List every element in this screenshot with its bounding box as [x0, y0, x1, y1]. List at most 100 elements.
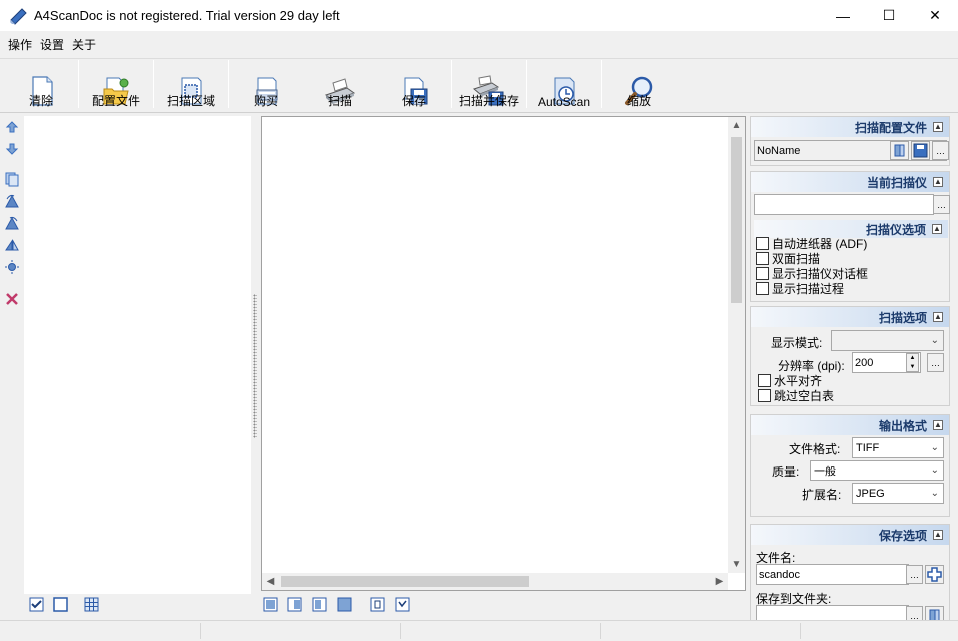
folder-browse-button[interactable]: …	[906, 606, 923, 620]
scan-area-button[interactable]: 扫描区域	[154, 60, 228, 112]
scroll-right-arrow-icon[interactable]: ▶	[711, 573, 728, 590]
profile-more-button[interactable]: …	[932, 141, 949, 160]
arrow-down-icon	[5, 143, 19, 155]
page-layout-1-icon[interactable]	[263, 597, 278, 612]
deskew-checkbox[interactable]: 水平对齐	[758, 373, 822, 388]
profile-button[interactable]: 配置文件	[79, 60, 153, 112]
status-divider	[200, 623, 201, 639]
plus-icon	[927, 567, 942, 582]
collapse-icon[interactable]: ▲	[933, 530, 943, 540]
open-folder-button[interactable]	[925, 606, 944, 620]
spin-up-icon[interactable]: ▲	[910, 355, 916, 361]
duplex-checkbox[interactable]: 双面扫描	[756, 251, 820, 266]
fit-width-icon[interactable]	[395, 597, 410, 612]
zoom-button[interactable]: 缩放	[602, 60, 676, 112]
autoscan-label: AutoScan	[537, 95, 591, 109]
save-options-title: 保存选项	[878, 528, 927, 543]
spin-down-icon[interactable]: ▼	[910, 364, 916, 370]
move-up-button[interactable]	[3, 118, 21, 136]
add-filename-button[interactable]	[925, 565, 944, 584]
scroll-left-arrow-icon[interactable]: ◀	[262, 573, 279, 590]
display-mode-label: 显示模式:	[771, 336, 823, 350]
checkbox-box	[756, 282, 769, 295]
page-layout-3-icon[interactable]	[312, 597, 327, 612]
adf-checkbox[interactable]: 自动进纸器 (ADF)	[756, 236, 867, 251]
menu-settings[interactable]: 设置	[36, 36, 68, 53]
menu-operations[interactable]: 操作	[4, 36, 36, 53]
extension-select[interactable]: JPEG ⌄	[852, 483, 944, 504]
minimize-icon: —	[836, 7, 850, 24]
vertical-scrollbar[interactable]: ▲ ▼	[728, 117, 745, 573]
page-layout-4-icon[interactable]	[337, 597, 352, 612]
scan-and-save-button[interactable]: 扫描并保存	[452, 60, 526, 112]
save-button[interactable]: 保存	[377, 60, 451, 112]
panel-splitter[interactable]	[251, 116, 260, 594]
flip-button[interactable]	[3, 236, 21, 254]
buy-button[interactable]: 购买	[229, 60, 303, 112]
maximize-button[interactable]: ☐	[866, 0, 912, 31]
window-title: A4ScanDoc is not registered. Trial versi…	[34, 8, 340, 23]
chevron-down-icon: ⌄	[930, 465, 939, 476]
select-all-checkbox-icon[interactable]	[29, 597, 44, 612]
copy-page-button[interactable]	[3, 170, 21, 188]
brightness-icon	[5, 260, 19, 274]
book-icon	[894, 144, 905, 157]
collapse-icon[interactable]: ▲	[933, 312, 943, 322]
menu-about[interactable]: 关于	[68, 36, 100, 53]
collapse-icon[interactable]: ▲	[932, 224, 942, 234]
page-layout-2-icon[interactable]	[287, 597, 302, 612]
brightness-button[interactable]	[3, 258, 21, 276]
extension-label: 扩展名:	[802, 488, 842, 502]
horizontal-scrollbar[interactable]: ◀ ▶	[262, 573, 728, 590]
page-preview-area[interactable]: ▲ ▼ ◀ ▶	[261, 116, 746, 591]
close-icon: ✕	[929, 7, 941, 23]
status-divider	[600, 623, 601, 639]
chevron-down-icon: ⌄	[930, 335, 939, 346]
dpi-spinner[interactable]: ▲ ▼	[906, 353, 919, 372]
vertical-scroll-thumb[interactable]	[731, 137, 742, 303]
thumbnail-panel[interactable]	[24, 116, 251, 594]
autoscan-button[interactable]: AutoScan	[527, 60, 601, 112]
show-progress-checkbox[interactable]: 显示扫描过程	[756, 281, 844, 296]
scan-options-title: 扫描选项	[878, 310, 927, 325]
deselect-all-checkbox-icon[interactable]	[53, 597, 68, 612]
grid-view-icon[interactable]	[84, 597, 99, 612]
maximize-icon: ☐	[882, 7, 896, 23]
scanner-name-field[interactable]	[754, 194, 934, 215]
dpi-more-button[interactable]: …	[927, 353, 944, 372]
save-profile-button[interactable]	[911, 141, 930, 160]
scroll-up-arrow-icon[interactable]: ▲	[728, 117, 745, 134]
scroll-down-arrow-icon[interactable]: ▼	[728, 556, 745, 573]
filename-input[interactable]: scandoc	[756, 564, 909, 585]
select-scanner-button[interactable]: …	[933, 195, 950, 214]
scan-button[interactable]: 扫描	[303, 60, 377, 112]
buy-label: 购买	[253, 94, 278, 108]
settings-panel: 扫描配置文件 ▲ NoName … 当前扫描仪 ▲ … 扫描仪选项 ▲ 自动进纸器 (…	[748, 116, 954, 620]
delete-page-button[interactable]	[3, 290, 21, 308]
file-format-value: TIFF	[856, 441, 880, 454]
fit-page-icon[interactable]	[370, 597, 385, 612]
display-mode-select[interactable]: ⌄	[831, 330, 944, 351]
minimize-button[interactable]: —	[820, 0, 866, 31]
show-dialog-checkbox[interactable]: 显示扫描仪对话框	[756, 266, 868, 281]
file-format-select[interactable]: TIFF ⌄	[852, 437, 944, 458]
clear-button[interactable]: 清除	[4, 60, 78, 112]
filename-more-button[interactable]: …	[906, 565, 923, 584]
move-down-button[interactable]	[3, 140, 21, 158]
rotate-right-button[interactable]	[3, 214, 21, 232]
collapse-icon[interactable]: ▲	[933, 122, 943, 132]
collapse-icon[interactable]: ▲	[933, 177, 943, 187]
collapse-icon[interactable]: ▲	[933, 420, 943, 430]
quality-select[interactable]: 一般 ⌄	[810, 460, 944, 481]
rotate-right-icon	[5, 216, 19, 230]
horizontal-scroll-thumb[interactable]	[281, 576, 529, 587]
checkbox-box	[756, 237, 769, 250]
main-toolbar: 清除 配置文件 扫描区域 购买 扫描 保存 扫描并保存 AutoScan 缩放	[0, 58, 958, 113]
save-folder-input[interactable]	[756, 605, 909, 620]
rotate-left-button[interactable]	[3, 192, 21, 210]
scan-profile-title: 扫描配置文件	[854, 120, 927, 135]
skip-blank-checkbox[interactable]: 跳过空白表	[758, 388, 834, 403]
output-format-title: 输出格式	[878, 418, 927, 433]
load-profile-button[interactable]	[890, 141, 909, 160]
close-button[interactable]: ✕	[912, 0, 958, 31]
